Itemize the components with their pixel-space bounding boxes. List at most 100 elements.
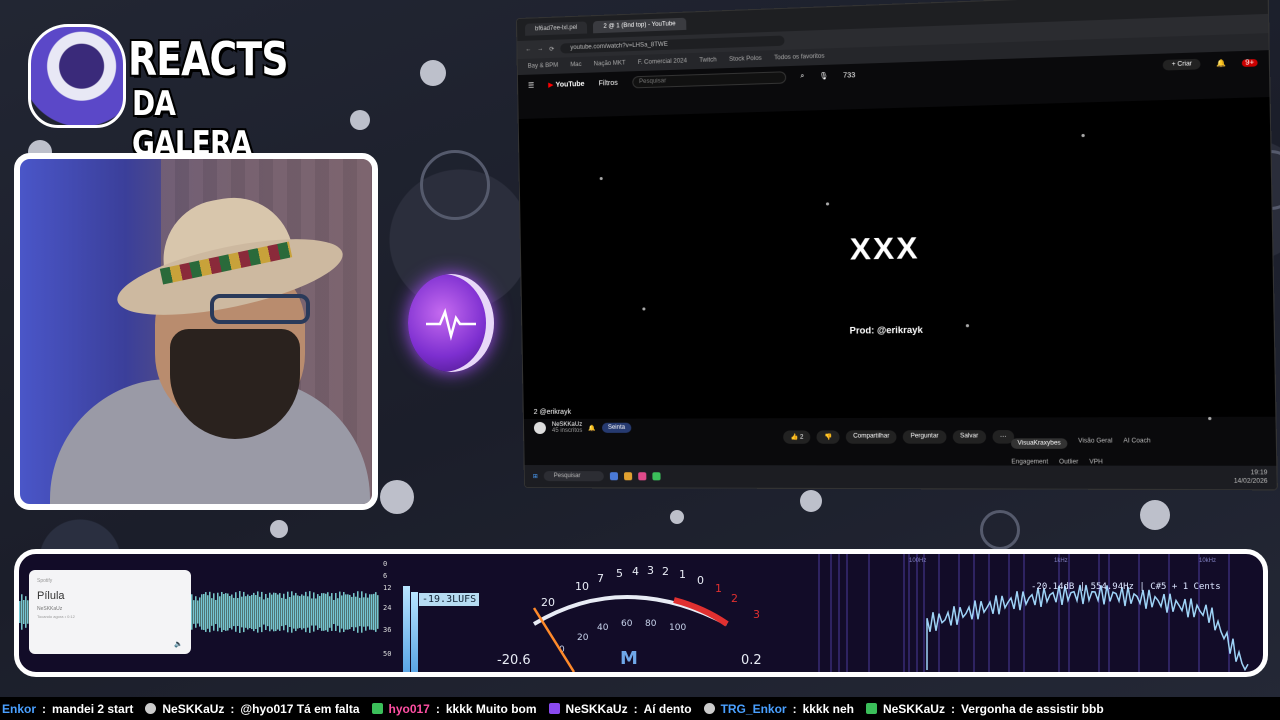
bookmark-item[interactable]: Nação MKT	[594, 60, 626, 67]
folder-icon[interactable]	[624, 472, 633, 481]
meter-tick: 12	[383, 584, 392, 592]
filter-chip[interactable]: Filtros	[599, 79, 618, 87]
bookmark-item[interactable]: Bay & BPM	[528, 63, 559, 70]
waveform-bar	[311, 598, 313, 626]
vu-bottom-tick: 20	[577, 633, 589, 643]
chat-ticker: Enkor: mandei 2 start NeSKKaUz: @hyo017 Tá …	[0, 697, 1280, 720]
waveform-bar	[293, 595, 295, 629]
search-input[interactable]: Pesquisar	[631, 71, 786, 89]
chat-username: Enkor	[2, 701, 37, 716]
chat-badge-icon	[703, 703, 715, 714]
waveform-bar	[239, 591, 241, 633]
video-player[interactable]: XXX Prod: @erikrayk	[518, 96, 1276, 421]
chat-username: NeSKKaUz	[882, 701, 945, 716]
waveform-bar	[223, 593, 225, 631]
share-button[interactable]: Compartilhar	[845, 430, 897, 444]
bell-icon[interactable]: 🔔	[588, 424, 596, 431]
clock-date: 14/02/2026	[1233, 478, 1268, 485]
ask-button[interactable]: Perguntar	[903, 430, 947, 444]
webcam-feed	[14, 153, 378, 510]
bookmark-item[interactable]: Stock Polos	[729, 56, 762, 63]
waveform-bar	[241, 596, 243, 628]
waveform-bar	[281, 597, 283, 627]
chat-separator: :	[435, 701, 440, 716]
audio-analyzer-panel: Spotify Pílula NeSKKaUz Tocando agora • …	[14, 549, 1268, 677]
create-button[interactable]: + Criar	[1162, 58, 1201, 71]
waveform-bar	[207, 595, 209, 629]
search-icon[interactable]: ⌕	[800, 73, 804, 81]
reload-icon[interactable]: ⟳	[549, 45, 554, 52]
vu-top-tick: 1	[715, 582, 722, 595]
bookmark-item[interactable]: F. Comercial 2024	[638, 58, 687, 66]
vu-top-tick: 5	[616, 567, 623, 580]
waveform-bar	[303, 595, 305, 629]
waveform-bar	[335, 592, 337, 632]
waveform-bar	[263, 599, 265, 625]
save-button[interactable]: Salvar	[952, 430, 986, 444]
like-count: 2	[799, 434, 804, 441]
vu-bottom-tick: 80	[645, 619, 657, 629]
now-playing-card[interactable]: Spotify Pílula NeSKKaUz Tocando agora • …	[29, 570, 191, 654]
meter-tick: 6	[383, 572, 388, 580]
start-icon[interactable]: ⊞	[533, 473, 538, 480]
waveform-bar	[233, 597, 235, 627]
waveform-bar	[231, 594, 233, 630]
tab-visual[interactable]: VisuaKraxybes	[1010, 438, 1068, 449]
waveform-bar	[371, 594, 373, 630]
waveform-bar	[327, 592, 329, 632]
waveform-bar	[229, 595, 231, 629]
dislike-button[interactable]: 👎	[816, 430, 840, 444]
vu-top-tick: 2	[662, 565, 669, 578]
vu-bottom-tick: 40	[597, 623, 609, 633]
chat-message: kkkk neh	[802, 701, 854, 716]
taskbar-search[interactable]: Pesquisar	[543, 471, 604, 482]
speaker-icon: 🔈	[174, 641, 183, 648]
waveform-bar	[285, 598, 287, 626]
browser-window: bf6ad7ee-lxl.pel 2 @ 1 (Bnd top) - YouTu…	[515, 0, 1278, 491]
browser-tab[interactable]: bf6ad7ee-lxl.pel	[524, 21, 588, 36]
tab-ai-coach[interactable]: AI Coach	[1123, 438, 1150, 449]
bookmark-item[interactable]: Mac	[570, 62, 581, 68]
like-button[interactable]: 👍 2	[783, 430, 811, 444]
waveform-bar	[205, 592, 207, 632]
waveform-bar	[273, 592, 275, 632]
channel-avatar[interactable]	[533, 421, 547, 435]
spotify-icon[interactable]	[652, 472, 661, 481]
spectrum-readout: -20.14dB | 554.94Hz | C#5 + 1 Cents	[1031, 582, 1221, 592]
waveform-bar	[261, 591, 263, 633]
waveform-bar	[289, 597, 291, 627]
app-icon[interactable]	[609, 472, 619, 481]
mic-icon[interactable]: 🎙	[819, 72, 828, 80]
waveform-bar	[221, 591, 223, 633]
waveform-bar	[195, 596, 197, 628]
waveform-bar	[257, 591, 259, 633]
meter-tick: 24	[383, 604, 392, 612]
waveform-bar	[305, 591, 307, 633]
waveform-bar	[357, 591, 359, 633]
waveform-bar	[363, 597, 365, 627]
browser-tab-active[interactable]: 2 @ 1 (Bnd top) - YouTube	[593, 17, 686, 34]
song-progress: Tocando agora • 0:12	[37, 614, 75, 619]
waveform-bar	[307, 596, 309, 628]
waveform-bar	[299, 596, 301, 628]
menu-icon[interactable]: ☰	[528, 82, 534, 90]
waveform-bar	[279, 593, 281, 631]
join-button[interactable]: Seinta	[601, 422, 632, 433]
tab-overview[interactable]: Visão Geral	[1078, 438, 1112, 449]
bookmark-item[interactable]: Twitch	[699, 57, 717, 64]
notification-bell-icon[interactable]: 🔔	[1216, 59, 1226, 68]
bookmark-item[interactable]: Todos os favoritos	[774, 54, 824, 62]
waveform-bar	[309, 591, 311, 633]
waveform-bar	[199, 597, 201, 627]
youtube-logo[interactable]: YouTube	[548, 80, 585, 89]
video-title-overlay: XXX	[849, 231, 920, 267]
app-icon[interactable]	[638, 472, 647, 481]
chat-badge-icon	[371, 703, 383, 714]
vu-meter: 20107 5 4 3 2 1 0123 02040 60 80 100 -20.6 M 0.2	[497, 564, 762, 672]
forward-icon[interactable]: →	[537, 46, 543, 52]
waveform-bar	[237, 598, 239, 626]
chat-message: mandei 2 start	[52, 701, 134, 716]
back-icon[interactable]: ←	[525, 47, 531, 53]
astronaut-mascot-icon	[28, 24, 126, 128]
chat-username: hyo017	[388, 701, 430, 716]
